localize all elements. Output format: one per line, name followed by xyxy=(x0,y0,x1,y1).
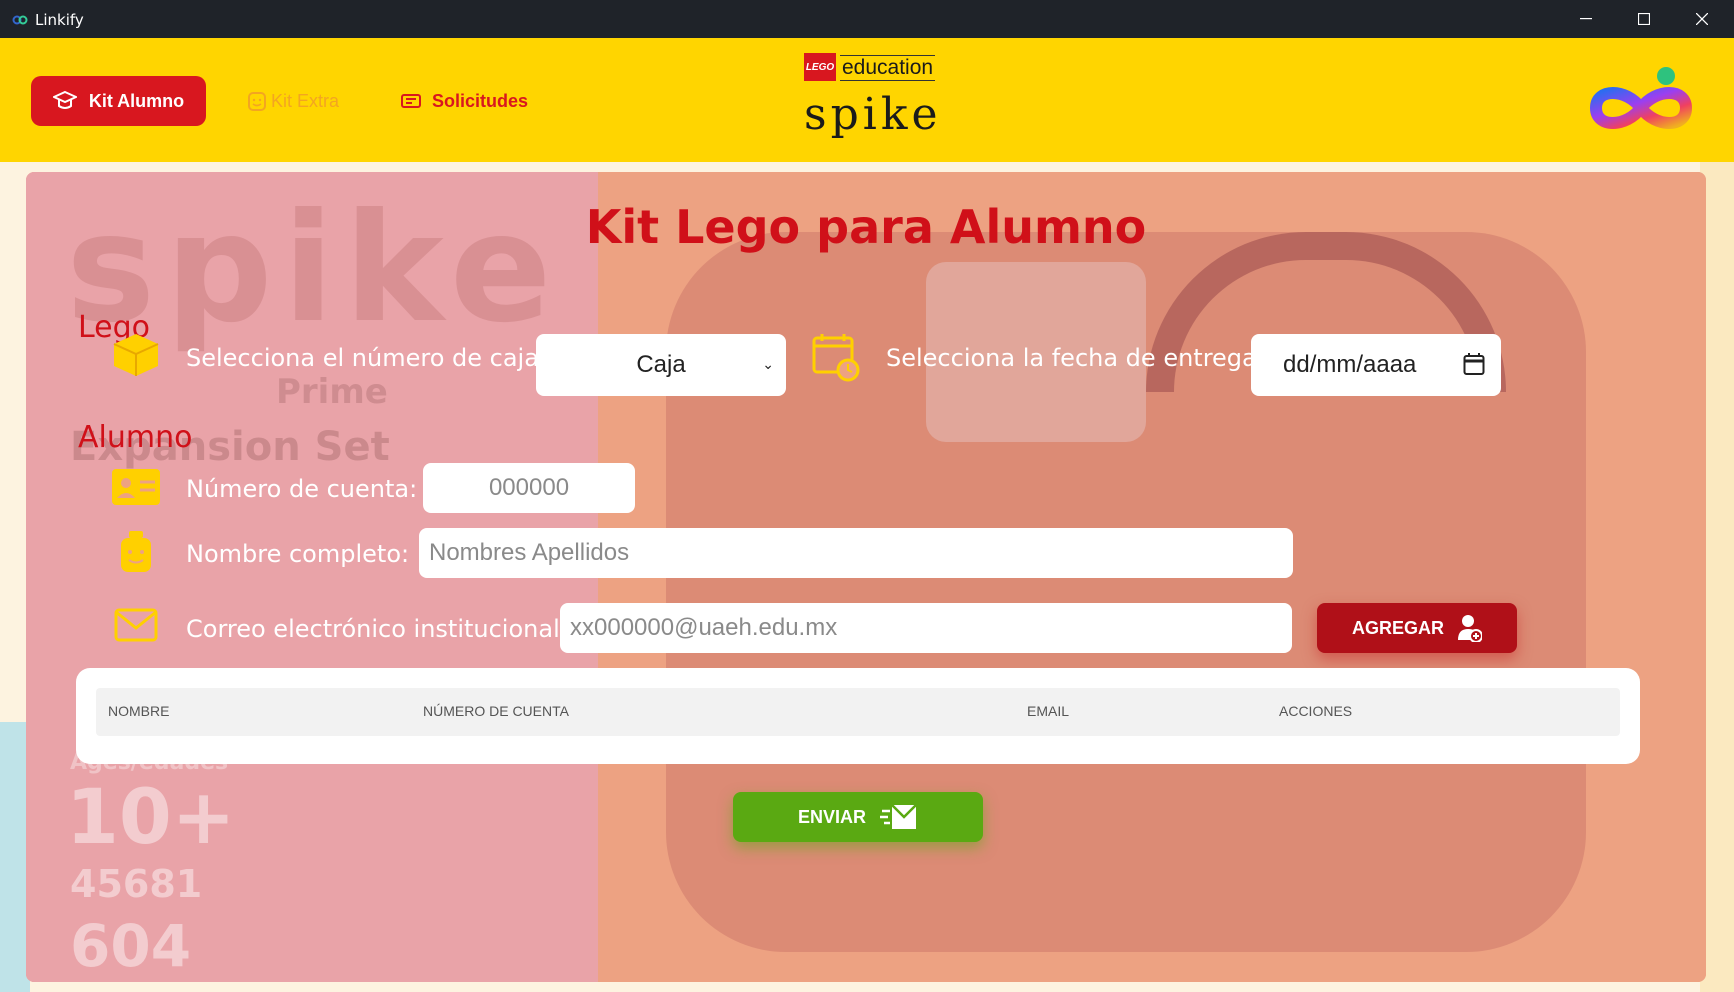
correo-label: Correo electrónico institucional: xyxy=(186,615,568,643)
lego-education-spike-logo: LEGO education spike xyxy=(804,53,942,153)
caja-select-value: Caja xyxy=(636,351,686,378)
lego-badge: LEGO xyxy=(804,53,836,81)
minimize-icon[interactable] xyxy=(1558,0,1614,38)
fecha-value: dd/mm/aaaa xyxy=(1283,351,1417,378)
background-pieces: 604 xyxy=(70,912,192,980)
table-header-row: NOMBRE NÚMERO DE CUENTA EMAIL ACCIONES xyxy=(96,688,1620,736)
graduation-cap-icon xyxy=(52,90,77,109)
column-header-email: EMAIL xyxy=(1027,703,1070,719)
window-title: Linkify xyxy=(35,11,84,29)
caja-select[interactable]: Caja ⌄ xyxy=(536,334,786,396)
spike-text: spike xyxy=(804,89,942,140)
send-mail-icon xyxy=(880,804,917,829)
window-titlebar: Linkify xyxy=(0,0,1734,38)
calendar-clock-icon xyxy=(812,334,860,382)
page-title: Kit Lego para Alumno xyxy=(585,200,1147,254)
caja-label: Selecciona el número de caja: xyxy=(186,344,547,372)
tickets-icon xyxy=(401,94,421,108)
column-header-nombre: NOMBRE xyxy=(108,703,170,719)
lego-minifig-icon xyxy=(121,531,151,572)
education-text: education xyxy=(840,55,936,81)
cuenta-label: Número de cuenta: xyxy=(186,475,418,503)
enviar-button[interactable]: ENVIAR xyxy=(733,792,983,842)
cuenta-input[interactable] xyxy=(423,463,635,513)
enviar-label: ENVIAR xyxy=(797,806,866,827)
nav-kit-extra-label: Kit Extra xyxy=(271,90,340,111)
maximize-icon[interactable] xyxy=(1616,0,1672,38)
nav-kit-alumno-label: Kit Alumno xyxy=(88,90,185,111)
kit-form-card: spike Prime Expansion Set Ages/edades 10… xyxy=(26,172,1706,982)
column-header-acciones: ACCIONES xyxy=(1279,703,1353,719)
background-set-number: 45681 xyxy=(70,862,203,906)
section-alumno-heading: Alumno xyxy=(78,420,193,455)
nav-kit-extra-button[interactable]: Kit Extra xyxy=(247,88,339,114)
nav-solicitudes-button[interactable]: Solicitudes xyxy=(400,88,528,114)
nav-solicitudes-label: Solicitudes xyxy=(432,90,529,111)
lego-head-icon xyxy=(248,92,266,111)
nav-kit-alumno-button[interactable]: Kit Alumno xyxy=(31,76,206,126)
fecha-label: Selecciona la fecha de entrega: xyxy=(886,344,1265,372)
correo-input[interactable] xyxy=(560,603,1292,653)
linkify-logo xyxy=(1589,67,1693,129)
box-icon xyxy=(113,334,159,376)
add-user-icon xyxy=(1458,615,1482,642)
close-icon[interactable] xyxy=(1674,0,1730,38)
nombre-input[interactable] xyxy=(419,528,1293,578)
app-header: Kit Alumno Kit Extra Solicitudes LEGO ed… xyxy=(0,38,1734,162)
id-card-icon xyxy=(112,469,160,505)
column-header-cuenta: NÚMERO DE CUENTA xyxy=(423,703,569,719)
chevron-down-icon: ⌄ xyxy=(762,356,774,372)
calendar-icon[interactable] xyxy=(1463,352,1485,376)
agregar-button[interactable]: AGREGAR xyxy=(1317,603,1517,653)
fecha-input[interactable]: dd/mm/aaaa xyxy=(1251,334,1501,396)
agregar-label: AGREGAR xyxy=(1351,617,1444,638)
alumnos-table: NOMBRE NÚMERO DE CUENTA EMAIL ACCIONES xyxy=(76,668,1640,764)
nombre-label: Nombre completo: xyxy=(186,540,410,568)
background-age-text: 10+ xyxy=(66,772,236,861)
main-area: spike Prime Expansion Set Ages/edades 10… xyxy=(0,162,1734,992)
envelope-icon xyxy=(114,608,158,642)
linkify-app-icon xyxy=(12,15,28,25)
background-prime-text: Prime xyxy=(276,372,388,412)
